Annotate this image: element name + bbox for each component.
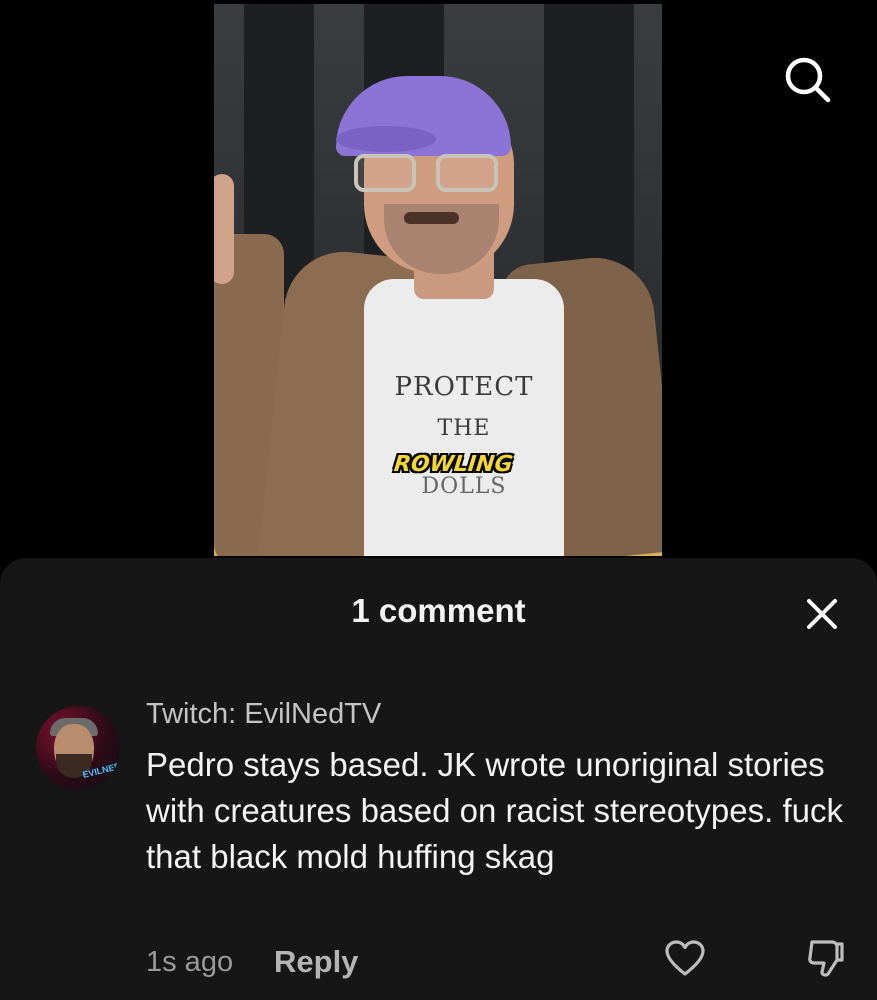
shirt-text-line1: PROTECT [394, 372, 534, 402]
video-frame[interactable]: PROTECT THE DOLLS ROWLING [214, 4, 662, 556]
cap-brim [336, 126, 436, 152]
thumbs-down-icon [808, 940, 844, 977]
comment-username[interactable]: Twitch: EvilNedTV [146, 698, 381, 731]
comments-count-title: 1 comment [351, 592, 526, 629]
person-mustache [404, 212, 459, 224]
close-button[interactable] [802, 594, 842, 634]
glasses [354, 154, 504, 194]
video-player[interactable]: PROTECT THE DOLLS ROWLING [0, 0, 877, 560]
reply-button[interactable]: Reply [274, 944, 358, 980]
heart-icon [665, 940, 705, 976]
close-icon [807, 599, 837, 629]
comment-meta: 1s ago Reply [146, 940, 856, 984]
glasses-lens-right [436, 154, 498, 192]
search-button[interactable] [780, 52, 836, 108]
comment-text: Pedro stays based. JK wrote unoriginal s… [146, 746, 843, 875]
like-button[interactable] [664, 938, 706, 980]
person-hand [214, 174, 234, 284]
dislike-button[interactable] [804, 936, 848, 980]
shirt-text-line2: THE [437, 416, 491, 441]
person-figure: PROTECT THE DOLLS ROWLING [214, 4, 662, 556]
video-caption: ROWLING [392, 452, 514, 477]
comment-timestamp: 1s ago [146, 946, 234, 978]
comments-sheet: 1 comment EVILNEDTV Twitch: EvilNedTV Pe… [0, 558, 877, 1000]
avatar[interactable]: EVILNEDTV [36, 706, 120, 790]
glasses-lens-left [354, 154, 416, 192]
search-icon [785, 57, 831, 103]
